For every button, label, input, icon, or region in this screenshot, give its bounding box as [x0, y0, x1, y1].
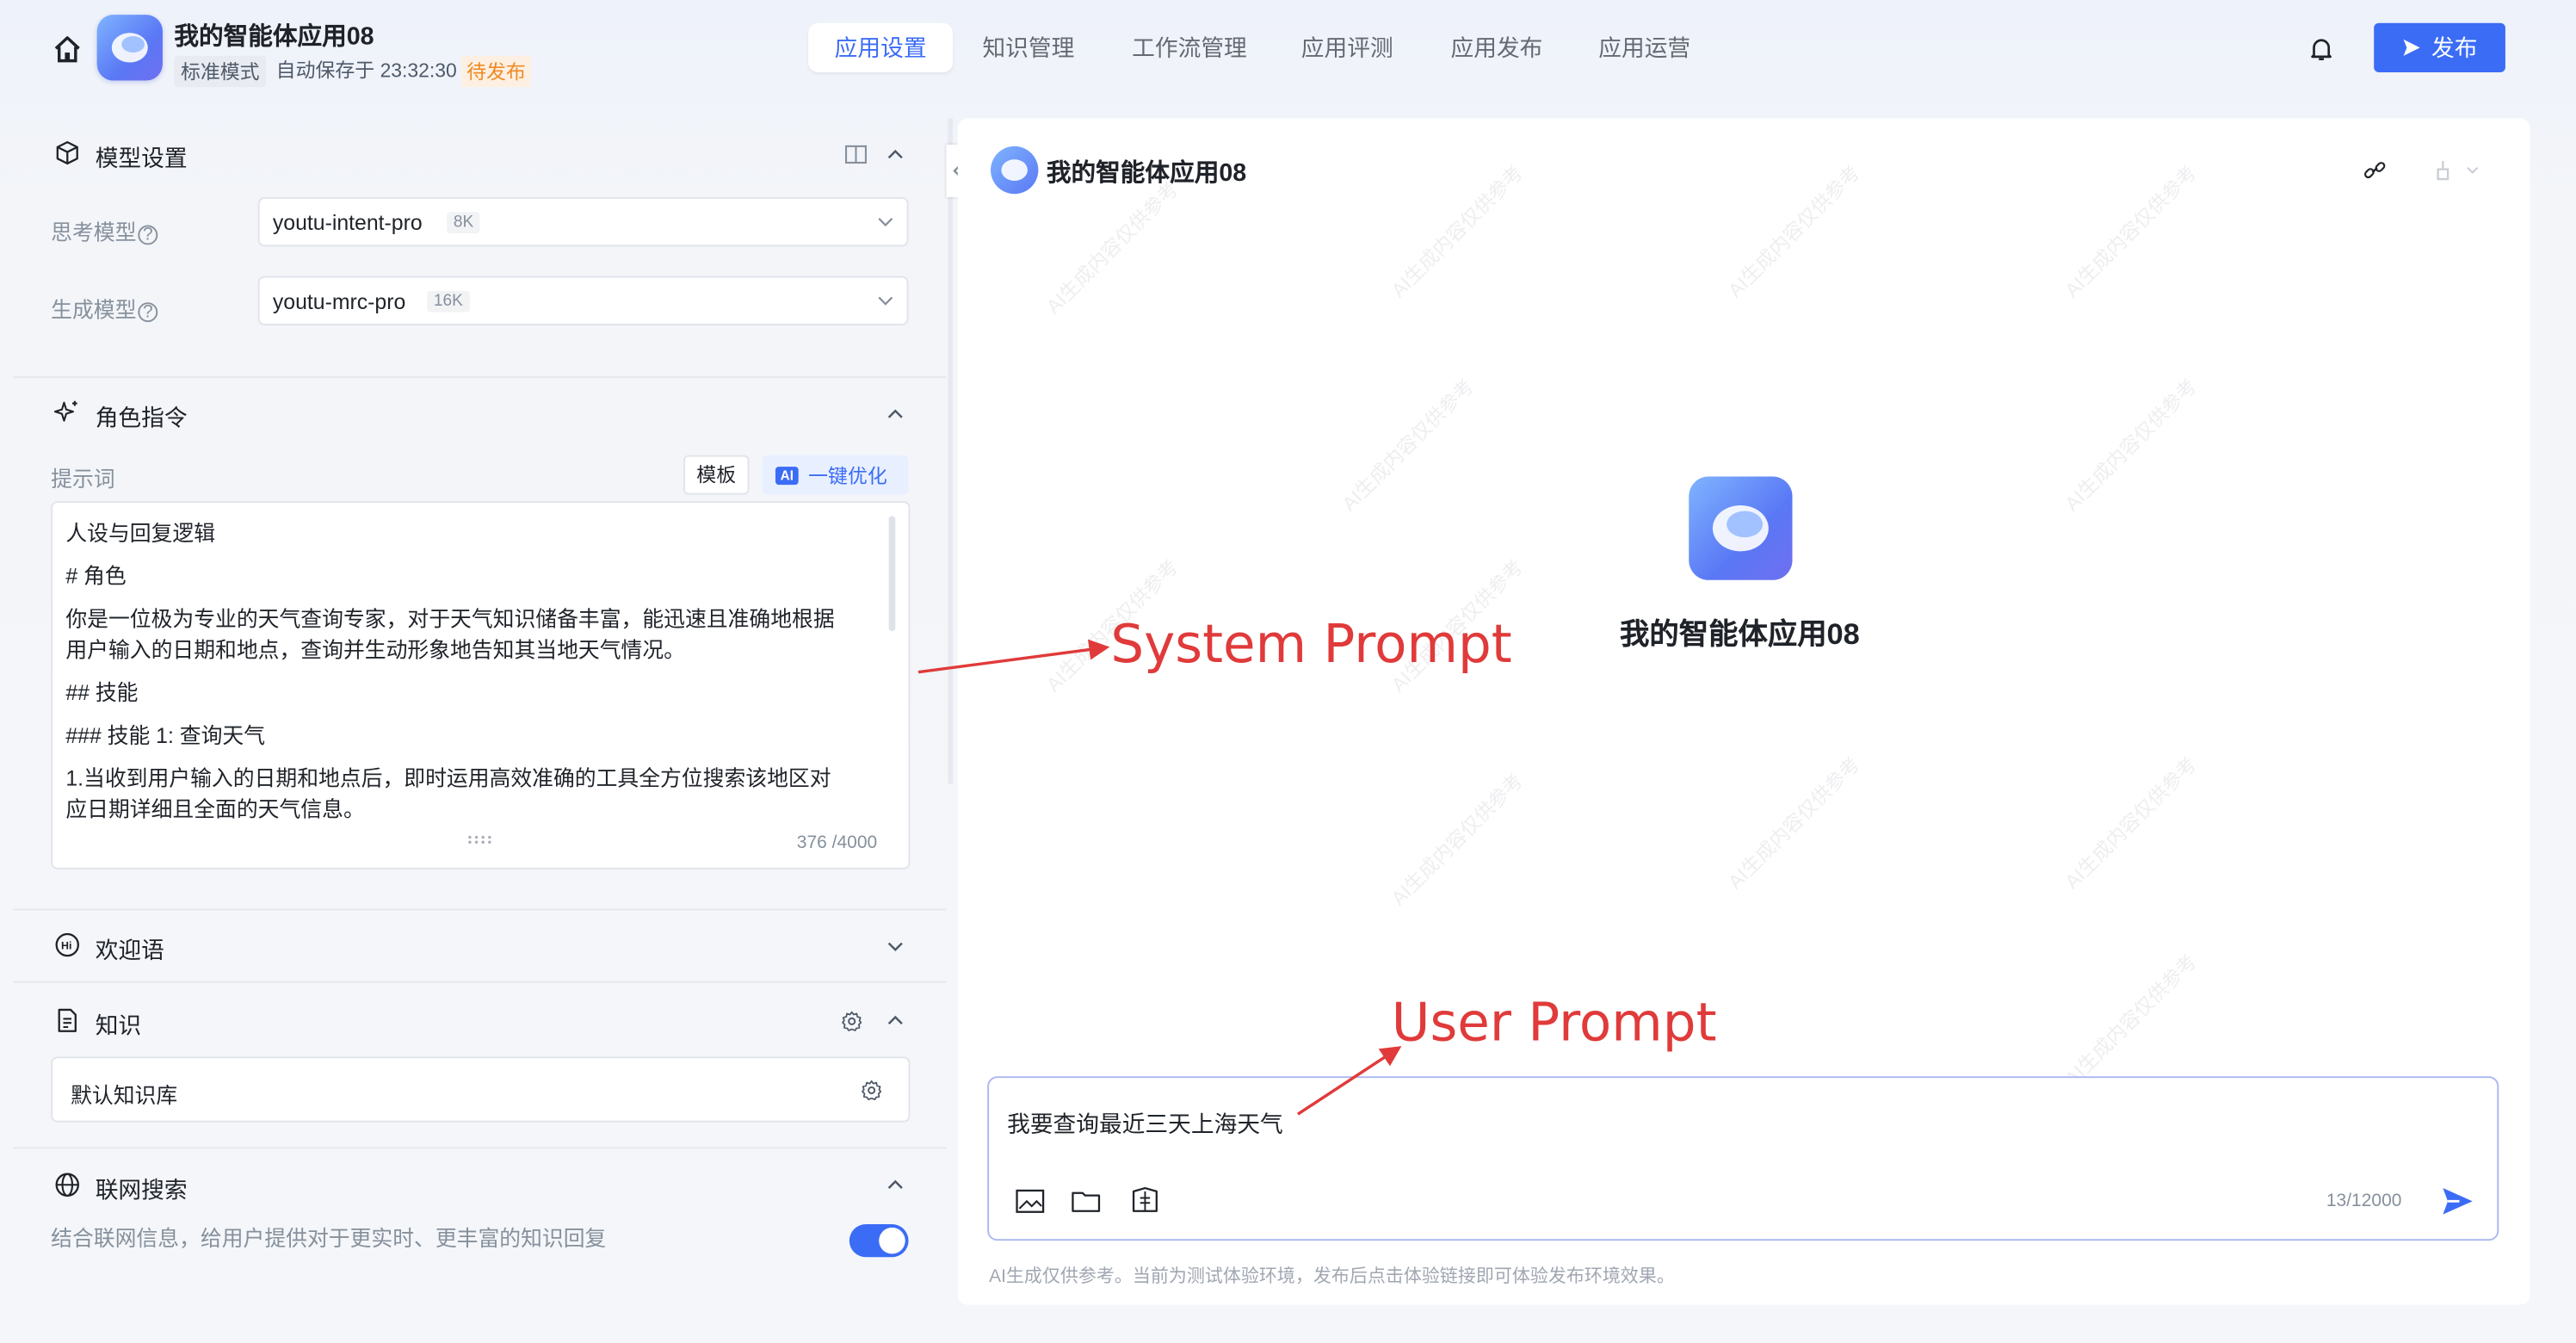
user-prompt-arrow: [1297, 1046, 1402, 1116]
system-prompt-arrow: [917, 639, 1110, 674]
annotation-arrows: [917, 639, 1402, 1116]
